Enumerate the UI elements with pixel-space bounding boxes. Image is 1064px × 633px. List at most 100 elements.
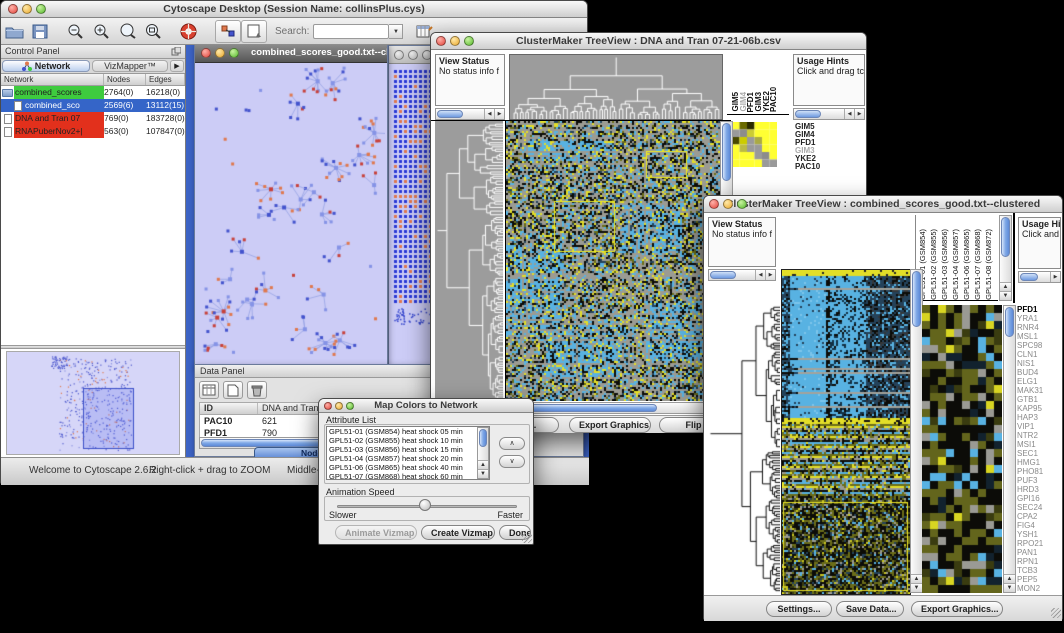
zoom-selected-icon[interactable] <box>115 20 141 43</box>
gene-label[interactable]: HRD3 <box>1017 485 1062 494</box>
speed-slider-thumb[interactable] <box>419 499 431 511</box>
heatmap-main[interactable] <box>781 269 911 595</box>
gene-name-list[interactable]: PFD1YRA1RNR4MSL1SPC98CLN1NIS1BUD4ELG1MAK… <box>1017 305 1062 593</box>
gene-label[interactable]: BUD4 <box>1017 368 1062 377</box>
scroll-left-icon[interactable]: ◀ <box>484 109 494 119</box>
attribute-list-item[interactable]: GPL51-02 (GSM855) heat shock 10 min <box>327 436 489 445</box>
gene-label[interactable]: SPC98 <box>1017 341 1062 350</box>
minimize-button[interactable] <box>408 50 418 60</box>
close-button[interactable] <box>201 48 211 58</box>
save-data-button[interactable]: Save Data... <box>836 601 904 617</box>
gene-label[interactable]: KAP95 <box>1017 404 1062 413</box>
close-button[interactable] <box>324 402 332 410</box>
zoom-out-icon[interactable] <box>63 20 89 43</box>
gene-label[interactable]: SEC1 <box>1017 449 1062 458</box>
gene-label[interactable]: GIM4 <box>795 131 861 139</box>
search-input[interactable] <box>313 24 389 39</box>
import-network-icon[interactable] <box>215 20 241 43</box>
save-session-button[interactable] <box>27 20 53 43</box>
gene-label[interactable]: MSL1 <box>1017 332 1062 341</box>
network-table-row[interactable]: RNAPuberNov2+|563(0)107847(0) <box>1 125 185 138</box>
resize-grip[interactable] <box>522 533 532 543</box>
gene-label[interactable]: HMG1 <box>1017 458 1062 467</box>
gene-label[interactable]: MSI1 <box>1017 440 1062 449</box>
resize-grip[interactable] <box>1051 608 1061 618</box>
gene-label[interactable]: PEP5 <box>1017 575 1062 584</box>
network1-titlebar[interactable]: combined_scores_good.txt--cluste... <box>195 45 387 63</box>
tab-network[interactable]: Network <box>2 60 90 72</box>
scroll-right-icon[interactable]: ▶ <box>494 109 504 119</box>
scroll-up-icon[interactable]: ▲ <box>1004 574 1015 583</box>
gene-label[interactable]: YSH1 <box>1017 530 1062 539</box>
gene-label[interactable]: PFD1 <box>1017 305 1062 314</box>
gene-label[interactable]: CLN1 <box>1017 350 1062 359</box>
scroll-down-icon[interactable]: ▼ <box>1000 291 1011 300</box>
close-button[interactable] <box>8 4 18 14</box>
scroll-right-icon[interactable]: ▶ <box>765 270 775 280</box>
zoom-window-button[interactable] <box>346 402 354 410</box>
view-status-scrollbar[interactable]: ◀ ▶ <box>708 269 776 281</box>
gene-label[interactable]: NIS1 <box>1017 359 1062 368</box>
scroll-up-icon[interactable]: ▲ <box>1000 282 1011 291</box>
move-down-button[interactable]: ∨ <box>499 455 525 468</box>
gene-label[interactable]: GIM3 <box>795 147 861 155</box>
tab-overflow-button[interactable]: ▶ <box>170 60 184 72</box>
view-status-scrollbar[interactable]: ◀ ▶ <box>435 108 505 120</box>
gene-label[interactable]: PAN1 <box>1017 548 1062 557</box>
gene-label[interactable]: RPO21 <box>1017 539 1062 548</box>
column-id[interactable]: ID <box>200 403 258 414</box>
search-dropdown-arrow[interactable]: ▼ <box>389 24 403 39</box>
network-table-header[interactable]: Network Nodes Edges <box>1 74 185 86</box>
scroll-left-icon[interactable]: ◀ <box>755 270 765 280</box>
gene-label[interactable]: GTB1 <box>1017 395 1062 404</box>
attribute-list-item[interactable]: GPL51-04 (GSM857) heat shock 20 min <box>327 454 489 463</box>
zoom-in-icon[interactable] <box>89 20 115 43</box>
gene-label[interactable]: CPA2 <box>1017 512 1062 521</box>
dialog-titlebar[interactable]: Map Colors to Network <box>319 399 533 413</box>
birdseye-view[interactable] <box>6 351 180 455</box>
gene-label[interactable]: MAK31 <box>1017 386 1062 395</box>
gene-label[interactable]: RPN1 <box>1017 557 1062 566</box>
column-labels-scrollbar[interactable]: ▲ ▼ <box>999 215 1012 301</box>
attribute-list-item[interactable]: GPL51-06 (GSM865) heat shock 40 min <box>327 463 489 472</box>
attribute-list-scrollbar[interactable]: ▲ ▼ <box>477 427 489 479</box>
minimize-button[interactable] <box>335 402 343 410</box>
gene-label[interactable]: YRA1 <box>1017 314 1062 323</box>
gene-label[interactable]: PHO81 <box>1017 467 1062 476</box>
gene-label[interactable]: SEC24 <box>1017 503 1062 512</box>
usage-scrollbar[interactable]: ◀ ▶ <box>793 108 865 120</box>
gene-label[interactable]: NTR2 <box>1017 431 1062 440</box>
heatmap-main[interactable] <box>505 121 720 401</box>
treeview2-titlebar[interactable]: ClusterMaker TreeView : combined_scores_… <box>704 196 1062 213</box>
gene-label[interactable]: GIM5 <box>795 123 861 131</box>
network-table-row[interactable]: combined_scores2764(0)16218(0) <box>1 86 185 99</box>
column-dendrogram[interactable] <box>509 54 723 120</box>
new-attribute-icon[interactable] <box>223 381 243 399</box>
gene-label[interactable]: YKE2 <box>795 155 861 163</box>
network-graph-view[interactable] <box>197 64 385 368</box>
tab-vizmapper[interactable]: VizMapper™ <box>92 60 168 72</box>
delete-attribute-icon[interactable] <box>247 381 267 399</box>
zoom-fit-icon[interactable] <box>141 20 167 43</box>
attribute-list-item[interactable]: GPL51-03 (GSM856) heat shock 15 min <box>327 445 489 454</box>
scroll-up-icon[interactable]: ▲ <box>478 460 488 469</box>
gene-label[interactable]: MON2 <box>1017 584 1062 593</box>
scroll-up-icon[interactable]: ▲ <box>911 574 922 583</box>
gene-label[interactable]: RNR4 <box>1017 323 1062 332</box>
minimize-button[interactable] <box>450 36 460 46</box>
close-button[interactable] <box>436 36 446 46</box>
help-lifering-icon[interactable] <box>175 20 201 43</box>
annotation-icon[interactable] <box>241 20 267 43</box>
mini-correlation-matrix[interactable] <box>732 122 777 167</box>
main-titlebar[interactable]: Cytoscape Desktop (Session Name: collins… <box>1 1 587 18</box>
heatmap-zoom-view[interactable] <box>922 305 1002 593</box>
float-panel-icon[interactable] <box>171 47 181 56</box>
treeview1-titlebar[interactable]: ClusterMaker TreeView : DNA and Tran 07-… <box>431 33 866 50</box>
zoom-window-button[interactable] <box>464 36 474 46</box>
scroll-left-icon[interactable]: ◀ <box>844 109 854 119</box>
zoom-window-button[interactable] <box>229 48 239 58</box>
gene-label[interactable]: ELG1 <box>1017 377 1062 386</box>
attribute-list-item[interactable]: GPL51-07 (GSM868) heat shock 60 min <box>327 472 489 480</box>
minimize-button[interactable] <box>215 48 225 58</box>
gene-label[interactable]: VIP1 <box>1017 422 1062 431</box>
